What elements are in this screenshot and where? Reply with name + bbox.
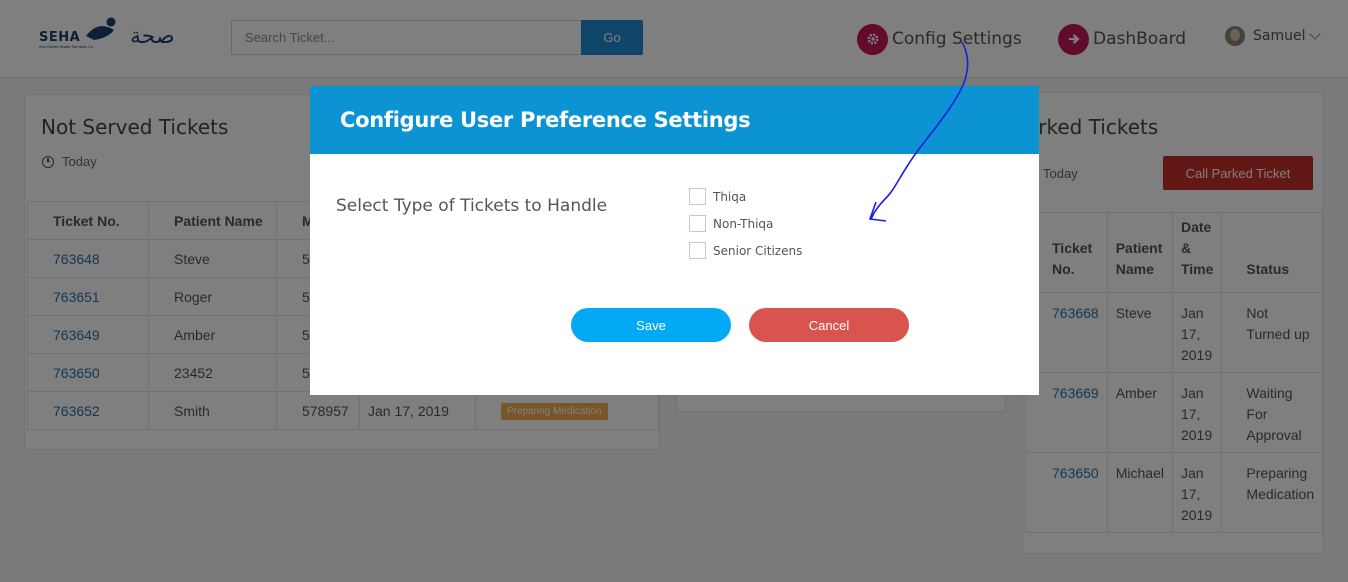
option-label: Non-Thiqa	[713, 216, 774, 231]
option-senior-citizens[interactable]: Senior Citizens	[689, 242, 802, 259]
option-label: Thiqa	[713, 189, 747, 204]
preference-settings-modal: Configure User Preference Settings Selec…	[310, 86, 1039, 395]
option-thiqa[interactable]: Thiqa	[689, 188, 746, 205]
ticket-type-label: Select Type of Tickets to Handle	[336, 196, 608, 216]
senior-citizens-checkbox[interactable]	[689, 242, 706, 259]
save-button[interactable]: Save	[571, 308, 731, 342]
cancel-button[interactable]: Cancel	[749, 308, 909, 342]
option-non-thiqa[interactable]: Non-Thiqa	[689, 215, 773, 232]
modal-header: Configure User Preference Settings	[310, 86, 1039, 154]
option-label: Senior Citizens	[713, 243, 803, 258]
modal-title: Configure User Preference Settings	[340, 108, 751, 132]
thiqa-checkbox[interactable]	[689, 188, 706, 205]
non-thiqa-checkbox[interactable]	[689, 215, 706, 232]
